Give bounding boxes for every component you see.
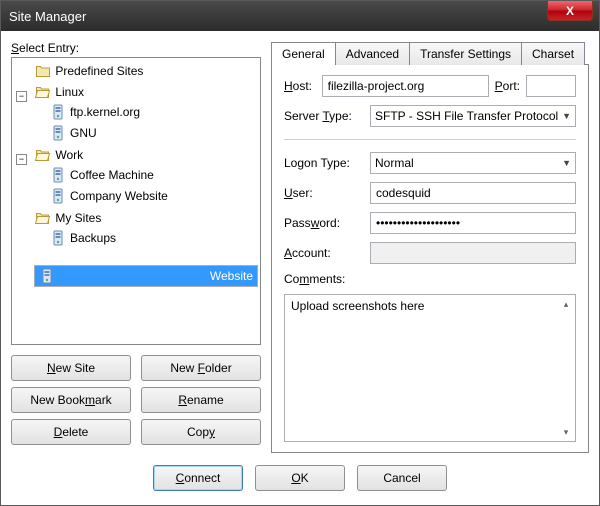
chevron-down-icon: ▼ (562, 158, 571, 168)
server-icon (39, 268, 55, 284)
new-site-button[interactable]: New Site (11, 355, 131, 381)
user-input[interactable] (370, 182, 576, 204)
expander-linux[interactable]: − (16, 91, 27, 102)
titlebar[interactable]: Site Manager X (1, 1, 599, 31)
select-entry-label: Select Entry: (11, 41, 261, 55)
port-label: Port: (495, 79, 520, 93)
delete-button[interactable]: Delete (11, 419, 131, 445)
server-icon (50, 188, 66, 204)
tree-backups[interactable]: Backups (48, 230, 118, 246)
select-entry-text: elect Entry: (19, 41, 79, 55)
host-label: Host: (284, 79, 316, 93)
tree-ftp-kernel[interactable]: ftp.kernel.org (48, 104, 142, 120)
right-column: General Advanced Transfer Settings Chars… (271, 41, 589, 453)
tab-panel-general: Host: Port: Server Type: SFTP - SSH File… (271, 64, 589, 453)
password-label: Password: (284, 216, 364, 230)
user-label: User: (284, 186, 364, 200)
scroll-down-icon[interactable]: ▾ (559, 425, 573, 439)
site-manager-window: Site Manager X Select Entry: Predefined (0, 0, 600, 506)
server-icon (50, 230, 66, 246)
server-type-label: Server Type: (284, 109, 364, 123)
divider (284, 139, 576, 140)
comments-textarea[interactable]: Upload screenshots here ▴ ▾ (284, 294, 576, 442)
tab-transfer-settings[interactable]: Transfer Settings (409, 42, 522, 65)
password-input[interactable] (370, 212, 576, 234)
site-tree[interactable]: Predefined Sites − Linux ftp.kernel.org (11, 57, 261, 345)
scroll-up-icon[interactable]: ▴ (559, 297, 573, 311)
account-label: Account: (284, 246, 364, 260)
port-input[interactable] (526, 75, 576, 97)
site-button-grid: New Site New Folder New Bookmark Rename … (11, 355, 261, 445)
connect-button[interactable]: Connect (153, 465, 243, 491)
close-button[interactable]: X (547, 1, 593, 21)
server-icon (50, 167, 66, 183)
logon-type-value: Normal (375, 156, 414, 170)
tree-linux[interactable]: Linux (33, 84, 86, 100)
tree-gnu[interactable]: GNU (48, 125, 99, 141)
expander-work[interactable]: − (16, 154, 27, 165)
new-folder-button[interactable]: New Folder (141, 355, 261, 381)
chevron-down-icon: ▼ (562, 111, 571, 121)
folder-open-icon (35, 84, 51, 100)
tree-predefined-sites[interactable]: Predefined Sites (33, 63, 145, 79)
server-type-value: SFTP - SSH File Transfer Protocol (375, 109, 558, 123)
comments-label: Comments: (284, 272, 576, 286)
ok-button[interactable]: OK (255, 465, 345, 491)
folder-open-icon (35, 147, 51, 163)
tab-charset[interactable]: Charset (521, 42, 585, 65)
window-title: Site Manager (9, 9, 86, 24)
tree-work[interactable]: Work (33, 147, 85, 163)
folder-icon (35, 63, 51, 79)
main-area: Select Entry: Predefined Sites − (11, 41, 589, 453)
host-input[interactable] (322, 75, 489, 97)
tree-coffee-machine[interactable]: Coffee Machine (48, 167, 156, 183)
tab-advanced[interactable]: Advanced (335, 42, 410, 65)
account-input[interactable] (370, 242, 576, 264)
server-icon (50, 104, 66, 120)
cancel-button[interactable]: Cancel (357, 465, 447, 491)
close-icon: X (566, 4, 574, 18)
new-bookmark-button[interactable]: New Bookmark (11, 387, 131, 413)
copy-button[interactable]: Copy (141, 419, 261, 445)
tree-website[interactable]: Website (34, 265, 258, 287)
logon-type-select[interactable]: Normal ▼ (370, 152, 576, 174)
folder-open-icon (35, 210, 51, 226)
server-icon (50, 125, 66, 141)
tree-my-sites[interactable]: My Sites (33, 210, 103, 226)
rename-button[interactable]: Rename (141, 387, 261, 413)
server-type-select[interactable]: SFTP - SSH File Transfer Protocol ▼ (370, 105, 576, 127)
tab-general[interactable]: General (271, 42, 336, 65)
left-column: Select Entry: Predefined Sites − (11, 41, 261, 453)
logon-type-label: Logon Type: (284, 156, 364, 170)
comments-value: Upload screenshots here (291, 299, 424, 313)
tab-bar: General Advanced Transfer Settings Chars… (271, 41, 589, 64)
footer-buttons: Connect OK Cancel (11, 453, 589, 505)
content-area: Select Entry: Predefined Sites − (1, 31, 599, 505)
tree-company-website[interactable]: Company Website (48, 188, 170, 204)
